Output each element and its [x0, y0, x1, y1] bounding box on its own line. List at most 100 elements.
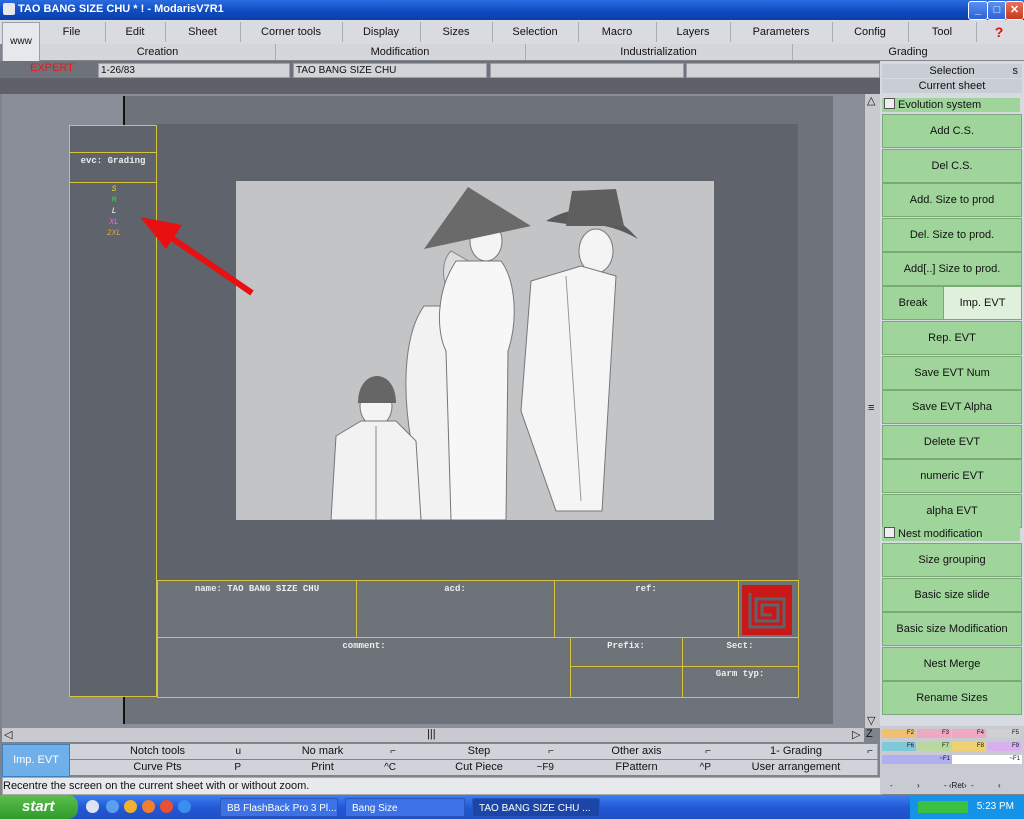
- menu-sheet[interactable]: Sheet: [165, 22, 241, 42]
- nest-modification-checkbox[interactable]: Nest modification: [882, 527, 1020, 541]
- btn-del-c-s-[interactable]: Del C.S.: [882, 148, 1022, 183]
- btn-alpha-evt[interactable]: alpha EVT: [882, 493, 1022, 528]
- start-button[interactable]: start: [0, 795, 78, 819]
- shortcut-key: ^C: [384, 762, 396, 773]
- tool-label: Step: [467, 745, 491, 757]
- acd-field: acd:: [444, 584, 466, 594]
- ie-icon[interactable]: [178, 800, 191, 813]
- nav-item[interactable]: ›: [917, 781, 920, 790]
- menu-tool[interactable]: Tool: [908, 22, 977, 42]
- nav-item[interactable]: -: [890, 781, 893, 790]
- evt-chip-f1[interactable]: ~F1: [882, 755, 952, 764]
- minimize-button[interactable]: _: [968, 1, 988, 20]
- quicklaunch-icon-5[interactable]: [160, 800, 173, 813]
- nav-item[interactable]: -: [971, 781, 974, 790]
- tool-label: Print: [311, 761, 334, 773]
- tool-cut-piece[interactable]: Cut Piece ~F9: [400, 760, 559, 775]
- tool-print[interactable]: Print ^C: [245, 760, 401, 775]
- btn-rep-evt[interactable]: Rep. EVT: [882, 321, 1022, 355]
- menu-sizes[interactable]: Sizes: [420, 22, 493, 42]
- window-title: TAO BANG SIZE CHU * ! - ModarisV7R1: [18, 3, 224, 15]
- menu-config[interactable]: Config: [832, 22, 909, 42]
- btn-add-c-s-[interactable]: Add C.S.: [882, 114, 1022, 148]
- taskbar-item[interactable]: TAO BANG SIZE CHU ...: [472, 798, 600, 817]
- btn-add-size-to-prod-[interactable]: Add[..] Size to prod.: [882, 252, 1022, 286]
- menu-selection[interactable]: Selection: [492, 22, 579, 42]
- title-block[interactable]: name: TAO BANG SIZE CHU acd: ref: commen…: [157, 580, 799, 698]
- btn-basic-size-slide[interactable]: Basic size slide: [882, 577, 1022, 612]
- btn-save-evt-num[interactable]: Save EVT Num: [882, 355, 1022, 390]
- nav-item[interactable]: ‹: [998, 781, 1001, 790]
- close-button[interactable]: ✕: [1005, 1, 1024, 20]
- btn-delete-evt[interactable]: Delete EVT: [882, 424, 1022, 459]
- btn-save-evt-alpha[interactable]: Save EVT Alpha: [882, 390, 1022, 424]
- scroll-up-icon[interactable]: △: [867, 94, 875, 107]
- tool-user-arrangement[interactable]: User arrangement: [715, 760, 878, 775]
- btn-numeric-evt[interactable]: numeric EVT: [882, 459, 1022, 493]
- break-button[interactable]: Break: [882, 286, 944, 320]
- evt-chip-f9[interactable]: F9: [987, 742, 1021, 751]
- menu-layers[interactable]: Layers: [656, 22, 731, 42]
- btn-size-grouping[interactable]: Size grouping: [882, 543, 1022, 577]
- zoom-z-icon[interactable]: Z: [866, 728, 873, 740]
- menu-corner-tools[interactable]: Corner tools: [240, 22, 343, 42]
- evt-chip-f6[interactable]: F6: [882, 742, 916, 751]
- tool-notch-tools[interactable]: Notch tools u: [70, 744, 246, 759]
- submenu-industrialization[interactable]: Industrialization: [525, 44, 793, 60]
- quicklaunch-icon-4[interactable]: [142, 800, 155, 813]
- quicklaunch-icon-3[interactable]: [124, 800, 137, 813]
- tray-icons[interactable]: [918, 801, 968, 813]
- top-strip: [0, 78, 880, 94]
- quicklaunch-icon-2[interactable]: [106, 800, 119, 813]
- tool-fpattern[interactable]: FPattern ^P: [558, 760, 716, 775]
- tool-step[interactable]: Step ⌐: [400, 744, 559, 759]
- evt-chip-f3[interactable]: F3: [917, 729, 951, 738]
- current-sheet-header[interactable]: Current sheet: [882, 79, 1022, 93]
- nav-item[interactable]: - ‹Ret›: [944, 781, 967, 790]
- evt-chip-f7[interactable]: F7: [917, 742, 951, 751]
- scroll-down-icon[interactable]: ▽: [867, 714, 875, 727]
- evt-chip-f4[interactable]: F4: [952, 729, 986, 738]
- scroll-right-icon[interactable]: ▷: [852, 728, 860, 741]
- btn-nest-merge[interactable]: Nest Merge: [882, 646, 1022, 681]
- evolution-system-checkbox[interactable]: Evolution system: [882, 98, 1020, 112]
- size-m[interactable]: M: [70, 196, 158, 205]
- hscroll-thumb-icon[interactable]: |||: [427, 728, 436, 740]
- evt-chip-f5[interactable]: F5: [987, 729, 1021, 738]
- btn-basic-size-modification[interactable]: Basic size Modification: [882, 612, 1022, 646]
- submenu-grading[interactable]: Grading: [792, 44, 1024, 60]
- submenu-creation[interactable]: Creation: [40, 44, 276, 60]
- www-button[interactable]: www: [2, 22, 40, 62]
- taskbar-item[interactable]: Bang Size: [345, 798, 465, 817]
- taskbar-item[interactable]: BB FlashBack Pro 3 Pl...: [220, 798, 338, 817]
- tool-curve-pts[interactable]: Curve Pts P: [70, 760, 246, 775]
- tool-other-axis[interactable]: Other axis ⌐: [558, 744, 716, 759]
- evc-label: evc: Grading: [80, 156, 146, 166]
- evt-chip-f1[interactable]: ~F1: [952, 755, 1022, 764]
- submenu-modification[interactable]: Modification: [275, 44, 526, 60]
- horizontal-scrollbar[interactable]: ◁ ||| ▷: [2, 728, 864, 742]
- scroll-left-icon[interactable]: ◁: [4, 728, 12, 741]
- tool-1-grading[interactable]: 1- Grading ⌐: [715, 744, 878, 759]
- maximize-button[interactable]: □: [987, 1, 1007, 20]
- vertical-scrollbar[interactable]: △ ≡ ▽: [864, 94, 881, 728]
- evt-chip-f2[interactable]: F2: [882, 729, 916, 738]
- tool-no-mark[interactable]: No mark ⌐: [245, 744, 401, 759]
- menu-display[interactable]: Display: [342, 22, 421, 42]
- selection-header[interactable]: Selection s: [882, 64, 1022, 78]
- scroll-thumb-icon[interactable]: ≡: [868, 402, 874, 414]
- imp-evt-button[interactable]: Imp. EVT: [943, 286, 1022, 320]
- btn-del-size-to-prod-[interactable]: Del. Size to prod.: [882, 217, 1022, 252]
- imp-evt-active-tool[interactable]: Imp. EVT: [2, 744, 70, 777]
- menu-edit[interactable]: Edit: [105, 22, 166, 42]
- menu-macro[interactable]: Macro: [578, 22, 657, 42]
- menu-parameters[interactable]: Parameters: [730, 22, 833, 42]
- btn-rename-sizes[interactable]: Rename Sizes: [882, 681, 1022, 715]
- clock: 5:23 PM: [976, 801, 1014, 812]
- help-icon[interactable]: ?: [976, 22, 1022, 42]
- btn-add-size-to-prod[interactable]: Add. Size to prod: [882, 183, 1022, 217]
- quicklaunch-icon-1[interactable]: [86, 800, 99, 813]
- evt-chip-f8[interactable]: F8: [952, 742, 986, 751]
- size-s[interactable]: S: [70, 185, 158, 194]
- menu-file[interactable]: File: [38, 22, 106, 42]
